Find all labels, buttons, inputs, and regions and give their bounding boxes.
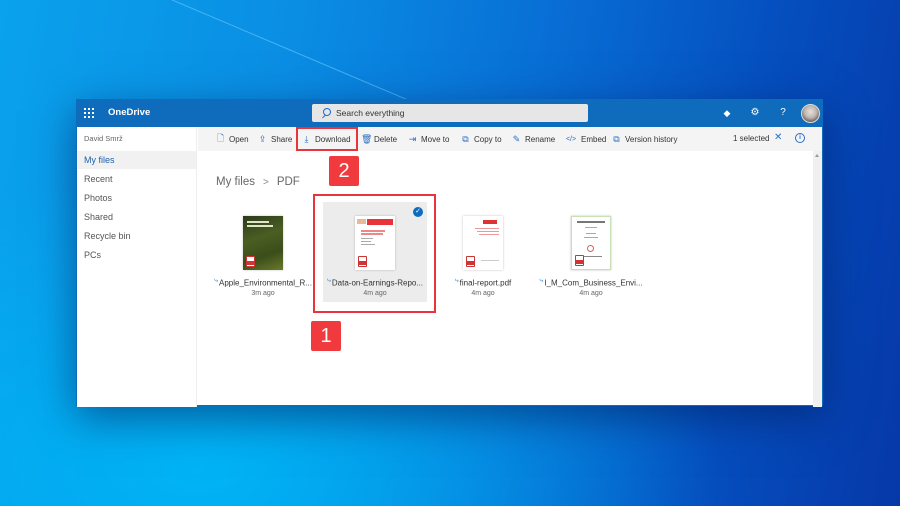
breadcrumb-separator-icon: > [262, 177, 269, 188]
file-tile[interactable]: ⤷final-report.pdf 4m ago [431, 202, 535, 302]
settings-gear-icon[interactable]: ⚙ [748, 106, 762, 120]
sidebar-item-shared[interactable]: Shared [77, 208, 196, 226]
trash-icon: 🗑 [361, 133, 373, 144]
file-tile[interactable]: ⤷Apple_Environmental_R... 3m ago [211, 202, 315, 302]
file-name: final-report.pdf [459, 278, 512, 288]
download-label: Download [315, 134, 351, 144]
file-modified-time: 4m ago [579, 290, 603, 297]
download-button[interactable]: ⤓ Download [302, 127, 351, 151]
sidebar-item-recycle-bin[interactable]: Recycle bin [77, 227, 196, 245]
app-launcher-icon[interactable] [84, 108, 94, 118]
file-thumbnail [355, 216, 395, 270]
sidebar-user-name: David Smrž [84, 134, 123, 143]
sidebar-item-recent[interactable]: Recent [77, 170, 196, 188]
share-icon: ⇪ [258, 133, 267, 144]
onedrive-window: OneDrive ◆ ⚙ ? David Smrž My files Recen… [76, 99, 823, 407]
step-1-badge: 1 [311, 321, 341, 351]
app-title[interactable]: OneDrive [108, 107, 150, 118]
help-icon[interactable]: ? [776, 106, 790, 120]
open-button[interactable]: 🗋 Open [216, 127, 249, 151]
search-input[interactable] [336, 108, 566, 118]
move-to-label: Move to [421, 134, 450, 144]
copy-to-label: Copy to [474, 134, 502, 144]
file-thumbnail [571, 216, 611, 270]
copy-icon: ⧉ [462, 133, 469, 144]
embed-button[interactable]: </> Embed [565, 127, 606, 151]
move-to-button[interactable]: ⇥ Move to [408, 127, 450, 151]
command-bar: 🗋 Open ⇪ Share ⤓ Download 🗑 Delete ⇥ Mov… [198, 127, 822, 151]
rename-label: Rename [525, 134, 556, 144]
file-name: I_M_Com_Business_Envi... [544, 278, 643, 288]
premium-diamond-icon[interactable]: ◆ [720, 106, 734, 120]
file-modified-time: 4m ago [363, 290, 387, 297]
download-icon: ⤓ [304, 133, 309, 144]
share-label: Share [271, 134, 293, 144]
file-name: Data-on-Earnings-Repo... [331, 278, 424, 288]
file-thumbnail [243, 216, 283, 270]
move-icon: ⇥ [408, 133, 417, 144]
embed-label: Embed [581, 134, 607, 144]
sidebar: David Smrž My files Recent Photos Shared… [77, 127, 197, 407]
sidebar-item-my-files[interactable]: My files [77, 151, 196, 169]
pdf-file-icon [358, 256, 367, 267]
copy-to-button[interactable]: ⧉ Copy to [461, 127, 502, 151]
version-history-label: Version history [625, 134, 678, 144]
sync-icon: ⤷ [326, 277, 331, 284]
breadcrumb: My files > PDF [216, 176, 300, 188]
rename-icon: ✎ [512, 133, 521, 144]
sidebar-item-photos[interactable]: Photos [77, 189, 196, 207]
vertical-scrollbar[interactable] [813, 151, 822, 407]
share-button[interactable]: ⇪ Share [258, 127, 293, 151]
scroll-up-arrow-icon[interactable] [815, 154, 819, 157]
sync-icon: ⤷ [214, 277, 218, 284]
search-box[interactable] [312, 104, 588, 122]
info-icon[interactable]: i [795, 133, 805, 143]
version-history-icon: ⧉ [613, 133, 620, 144]
user-avatar[interactable] [801, 104, 820, 123]
breadcrumb-current-folder: PDF [276, 176, 300, 188]
pdf-file-icon [575, 255, 584, 266]
open-label: Open [229, 134, 249, 144]
breadcrumb-my-files[interactable]: My files [216, 176, 255, 188]
pdf-file-icon [246, 256, 255, 267]
delete-label: Delete [374, 134, 398, 144]
file-icon: 🗋 [216, 133, 225, 143]
delete-button[interactable]: 🗑 Delete [361, 127, 397, 151]
file-tile-selected[interactable]: ✓ ⤷Data-on-Earnings-Repo... 4m ago [323, 202, 427, 302]
file-thumbnail [463, 216, 503, 270]
top-bar: OneDrive ◆ ⚙ ? [77, 100, 822, 127]
sync-icon: ⤷ [539, 277, 544, 284]
embed-icon: </> [565, 135, 577, 143]
search-icon [321, 108, 331, 118]
step-2-badge: 2 [329, 156, 359, 186]
sync-icon: ⤷ [454, 277, 459, 284]
file-name: Apple_Environmental_R... [218, 278, 312, 288]
sidebar-item-pcs[interactable]: PCs [77, 246, 196, 264]
selected-checkmark-icon[interactable]: ✓ [413, 207, 423, 217]
rename-button[interactable]: ✎ Rename [512, 127, 556, 151]
file-modified-time: 3m ago [251, 290, 275, 297]
pdf-file-icon [466, 256, 475, 267]
clear-selection-close-icon[interactable]: ✕ [774, 132, 782, 143]
file-modified-time: 4m ago [471, 290, 495, 297]
file-tile[interactable]: ⤷I_M_Com_Business_Envi... 4m ago [539, 202, 643, 302]
version-history-button[interactable]: ⧉ Version history [612, 127, 677, 151]
selection-count: 1 selected [733, 134, 770, 143]
